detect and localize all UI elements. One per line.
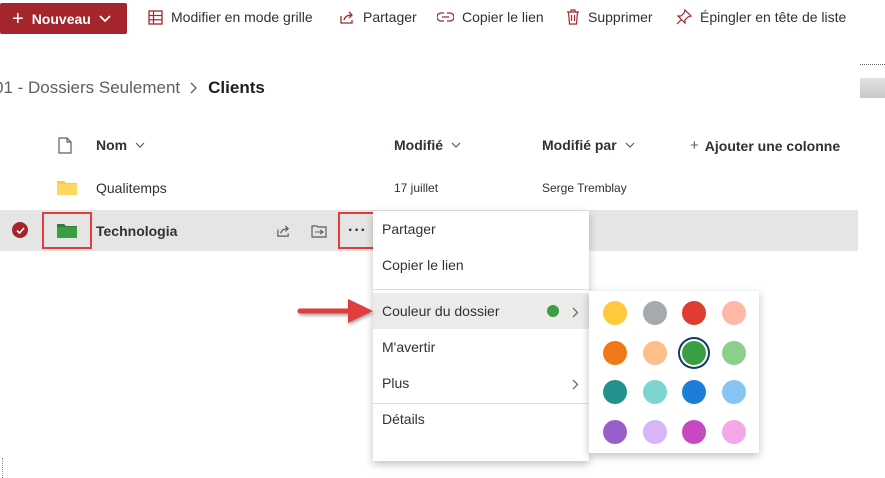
- menu-item-label: Copier le lien: [382, 257, 464, 273]
- chevron-right-icon: [190, 82, 198, 94]
- add-column-label: Ajouter une colonne: [704, 137, 841, 154]
- current-color-dot: [547, 305, 559, 317]
- column-name-label: Nom: [96, 137, 128, 153]
- plus-icon: +: [690, 137, 699, 154]
- color-swatch[interactable]: [721, 419, 746, 444]
- table-row[interactable]: Qualitemps 17 juillet Serge Tremblay: [0, 167, 858, 208]
- copy-link-label: Copier le lien: [462, 9, 544, 25]
- color-swatch[interactable]: [642, 380, 667, 404]
- chevron-right-icon: [572, 305, 579, 321]
- color-swatch[interactable]: [603, 380, 627, 404]
- row-modified-by: Serge Tremblay: [542, 180, 627, 195]
- context-menu: Partager Copier le lien Couleur du dossi…: [373, 211, 589, 461]
- chevron-down-icon: [625, 142, 635, 148]
- delete-label: Supprimer: [588, 9, 653, 25]
- menu-item-label: M'avertir: [382, 339, 436, 355]
- row-name[interactable]: Technologia: [96, 210, 177, 251]
- color-swatch[interactable]: [721, 380, 746, 404]
- column-modified-by-header[interactable]: Modifié par: [542, 137, 635, 153]
- chevron-down-icon: [135, 142, 145, 148]
- column-modified-label: Modifié: [394, 137, 443, 153]
- folder-icon: [57, 167, 77, 208]
- color-swatch[interactable]: [603, 301, 627, 325]
- color-swatch[interactable]: [642, 419, 667, 444]
- menu-item-share[interactable]: Partager: [373, 211, 589, 247]
- pin-button[interactable]: Épingler en tête de liste: [676, 9, 846, 25]
- link-icon: [437, 12, 454, 22]
- column-name-header[interactable]: Nom: [96, 137, 145, 153]
- menu-item-details[interactable]: Détails: [373, 401, 589, 437]
- color-swatch[interactable]: [603, 419, 627, 444]
- breadcrumb-parent[interactable]: 01 - Dossiers Seulement: [0, 78, 180, 98]
- share-icon: [340, 11, 353, 24]
- grid-icon: [148, 9, 163, 25]
- color-swatch[interactable]: [682, 419, 706, 444]
- color-swatch[interactable]: [682, 301, 706, 325]
- pin-icon: [676, 9, 692, 25]
- menu-item-label: Plus: [382, 375, 410, 391]
- color-swatch-selected[interactable]: [682, 340, 706, 365]
- menu-item-copy-link[interactable]: Copier le lien: [373, 247, 589, 283]
- plus-icon: +: [12, 7, 24, 30]
- add-column-button[interactable]: + Ajouter une colonne: [690, 137, 840, 154]
- edit-grid-button[interactable]: Modifier en mode grille: [148, 9, 313, 25]
- menu-item-folder-color[interactable]: Couleur du dossier: [373, 293, 589, 329]
- open-folder-icon[interactable]: [311, 210, 327, 251]
- color-swatch[interactable]: [721, 340, 746, 365]
- color-swatch[interactable]: [642, 301, 667, 325]
- trash-icon: [567, 9, 579, 25]
- row-modified: 17 juillet: [394, 180, 439, 195]
- command-bar: + Nouveau Modifier en mode grille Partag…: [0, 0, 885, 40]
- folder-highlight-box: [42, 212, 92, 249]
- share-button[interactable]: Partager: [339, 9, 417, 25]
- chevron-right-icon: [572, 377, 579, 393]
- annotation-arrow-icon: [297, 299, 373, 323]
- selected-check-icon[interactable]: [12, 222, 28, 238]
- copy-link-button[interactable]: Copier le lien: [437, 9, 544, 25]
- menu-item-label: Couleur du dossier: [382, 303, 500, 319]
- menu-item-label: Détails: [382, 411, 425, 427]
- share-label: Partager: [363, 9, 417, 25]
- menu-item-label: Partager: [382, 221, 436, 237]
- new-button-label: Nouveau: [31, 10, 91, 27]
- more-options-highlight-box: [338, 212, 376, 249]
- pin-label: Épingler en tête de liste: [700, 9, 847, 25]
- menu-item-notify[interactable]: M'avertir: [373, 329, 589, 365]
- scrollbar-edge: [860, 64, 885, 98]
- menu-item-more[interactable]: Plus: [373, 365, 589, 401]
- breadcrumb: 01 - Dossiers Seulement Clients: [0, 78, 265, 98]
- share-icon[interactable]: [276, 210, 291, 251]
- file-type-icon[interactable]: [58, 137, 72, 157]
- delete-button[interactable]: Supprimer: [566, 9, 653, 25]
- breadcrumb-current: Clients: [208, 78, 265, 97]
- color-swatch[interactable]: [721, 301, 746, 325]
- column-modified-header[interactable]: Modifié: [394, 137, 461, 153]
- color-swatch[interactable]: [682, 380, 706, 404]
- column-modified-by-label: Modifié par: [542, 137, 617, 153]
- chevron-down-icon: [99, 14, 111, 23]
- chevron-down-icon: [451, 142, 461, 148]
- edit-grid-label: Modifier en mode grille: [171, 9, 313, 25]
- color-swatch[interactable]: [642, 340, 667, 365]
- edge-dots: [2, 458, 3, 478]
- folder-color-picker: [589, 291, 759, 453]
- color-swatch[interactable]: [603, 340, 627, 365]
- new-button[interactable]: + Nouveau: [0, 3, 127, 34]
- column-header: Nom Modifié Modifié par + Ajouter une co…: [0, 128, 858, 164]
- row-name[interactable]: Qualitemps: [96, 167, 167, 208]
